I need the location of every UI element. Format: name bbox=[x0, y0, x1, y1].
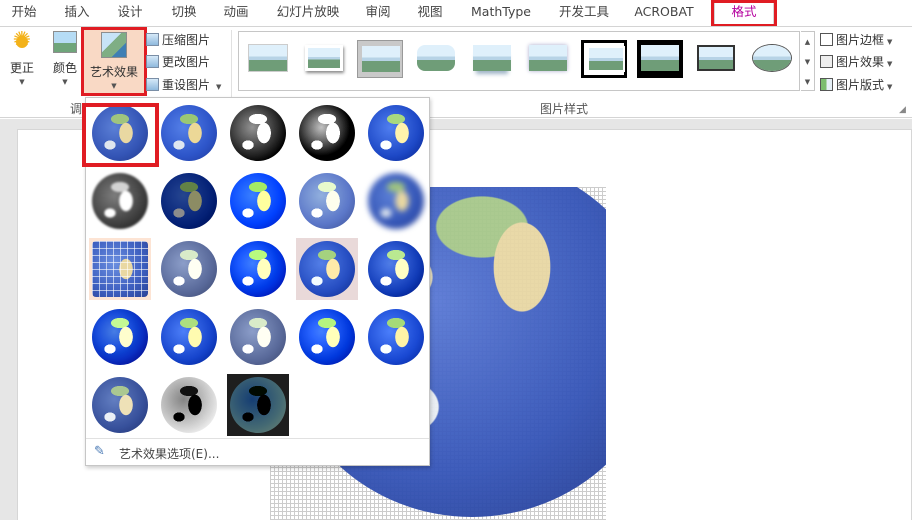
corrections-label: 更正 bbox=[9, 61, 34, 75]
tab-review[interactable]: 审阅 bbox=[356, 0, 400, 26]
gallery-scroll[interactable]: ▲ ▼ ▼ bbox=[801, 31, 815, 91]
change-picture-icon bbox=[146, 55, 159, 68]
color-label: 颜色 bbox=[52, 61, 77, 75]
tab-view[interactable]: 视图 bbox=[408, 0, 452, 26]
dialog-launcher-icon[interactable]: ◢ bbox=[899, 105, 906, 115]
tab-design[interactable]: 设计 bbox=[108, 0, 152, 26]
picture-effects-button[interactable]: 图片效果 ▼ bbox=[820, 51, 892, 73]
tab-animations[interactable]: 动画 bbox=[214, 0, 258, 26]
picture-style-5[interactable] bbox=[469, 40, 515, 78]
picture-style-8[interactable] bbox=[637, 40, 683, 78]
chevron-down-icon: ▼ bbox=[887, 38, 893, 46]
tab-developer[interactable]: 开发工具 bbox=[550, 0, 618, 26]
picture-style-10[interactable] bbox=[749, 40, 795, 78]
effect-line-drawing[interactable] bbox=[365, 102, 427, 164]
reset-picture-button[interactable]: 重设图片 ▼ bbox=[146, 75, 221, 95]
effect-pencil-sketch[interactable] bbox=[296, 102, 358, 164]
effect-plastic-wrap[interactable] bbox=[365, 306, 427, 368]
effect-texturizer[interactable] bbox=[158, 306, 220, 368]
effect-light-screen[interactable] bbox=[89, 238, 151, 300]
color-icon bbox=[53, 31, 77, 53]
sun-icon bbox=[11, 28, 33, 54]
artistic-effects-options-item[interactable]: ✎ 艺术效果选项(E)... bbox=[86, 438, 429, 466]
picture-styles-gallery bbox=[238, 31, 800, 91]
picture-style-4[interactable] bbox=[413, 40, 459, 78]
picture-layout-button[interactable]: 图片版式 ▼ bbox=[820, 74, 892, 96]
tab-mathtype[interactable]: MathType bbox=[464, 0, 538, 26]
tab-transitions[interactable]: 切换 bbox=[162, 0, 206, 26]
corrections-button[interactable]: 更正 ▼ bbox=[4, 28, 40, 87]
border-pen-icon bbox=[820, 33, 833, 46]
reset-picture-icon bbox=[146, 78, 159, 91]
chevron-down-icon: ▼ bbox=[887, 83, 893, 91]
effect-pencil-grayscale[interactable] bbox=[227, 102, 289, 164]
effect-photocopy[interactable] bbox=[158, 374, 220, 436]
effect-marker[interactable] bbox=[158, 102, 220, 164]
artistic-effects-label: 艺术效果 bbox=[89, 65, 138, 79]
chevron-down-icon: ▼ bbox=[887, 60, 893, 68]
brush-icon: ✎ bbox=[94, 444, 105, 459]
effect-paint-strokes[interactable] bbox=[158, 170, 220, 232]
scroll-up-icon[interactable]: ▲ bbox=[801, 32, 814, 52]
artistic-effects-options-label: 艺术效果选项(E)... bbox=[119, 447, 220, 461]
tab-insert[interactable]: 插入 bbox=[54, 0, 100, 26]
picture-style-7[interactable] bbox=[581, 40, 627, 78]
effect-paint-brush[interactable] bbox=[227, 170, 289, 232]
gallery-more-icon[interactable]: ▼ bbox=[801, 72, 814, 92]
ribbon-tab-bar: 开始 插入 设计 切换 动画 幻灯片放映 审阅 视图 MathType 开发工具… bbox=[0, 0, 912, 27]
effects-icon bbox=[820, 55, 833, 68]
effect-cutout[interactable] bbox=[89, 374, 151, 436]
reset-label: 重设图片 bbox=[162, 78, 211, 92]
effect-none[interactable] bbox=[89, 102, 151, 164]
chevron-down-icon: ▼ bbox=[111, 82, 117, 90]
picture-style-6[interactable] bbox=[525, 40, 571, 78]
effect-chalk-sketch[interactable] bbox=[89, 170, 151, 232]
color-button[interactable]: 颜色 ▼ bbox=[48, 31, 82, 87]
effect-glow-edges[interactable] bbox=[227, 374, 289, 436]
compress-icon bbox=[146, 33, 159, 46]
artistic-effects-icon bbox=[101, 32, 127, 58]
tab-acrobat[interactable]: ACROBAT bbox=[628, 0, 700, 26]
picture-style-2[interactable] bbox=[301, 40, 347, 78]
chevron-down-icon: ▼ bbox=[62, 78, 68, 86]
picture-layout-label: 图片版式 bbox=[836, 78, 885, 92]
change-label: 更改图片 bbox=[162, 55, 211, 69]
effect-mosaic-bubbles[interactable] bbox=[296, 238, 358, 300]
tab-slideshow[interactable]: 幻灯片放映 bbox=[268, 0, 348, 26]
picture-style-9[interactable] bbox=[693, 40, 739, 78]
artistic-effects-menu: ✎ 艺术效果选项(E)... bbox=[85, 97, 430, 466]
effect-film-grain[interactable] bbox=[227, 238, 289, 300]
effect-glass[interactable] bbox=[365, 238, 427, 300]
chevron-down-icon: ▼ bbox=[19, 78, 25, 86]
picture-border-button[interactable]: 图片边框 ▼ bbox=[820, 29, 892, 51]
effect-glow-diffused[interactable] bbox=[296, 170, 358, 232]
compress-label: 压缩图片 bbox=[162, 33, 211, 47]
picture-style-1[interactable] bbox=[245, 40, 291, 78]
tab-home[interactable]: 开始 bbox=[2, 0, 46, 26]
scroll-down-icon[interactable]: ▼ bbox=[801, 52, 814, 72]
picture-style-3[interactable] bbox=[357, 40, 403, 78]
compress-pictures-button[interactable]: 压缩图片 bbox=[146, 30, 210, 50]
effect-pastels-smooth[interactable] bbox=[296, 306, 358, 368]
adjust-group-label: 调 bbox=[70, 102, 83, 116]
layout-icon bbox=[820, 78, 833, 91]
chevron-down-icon: ▼ bbox=[216, 83, 222, 91]
tab-format[interactable]: 格式 bbox=[714, 0, 774, 26]
change-picture-button[interactable]: 更改图片 bbox=[146, 52, 210, 72]
picture-styles-group-label: 图片样式 bbox=[540, 102, 589, 116]
effect-blur[interactable] bbox=[365, 170, 427, 232]
artistic-effects-button[interactable]: 艺术效果 ▼ bbox=[84, 32, 144, 91]
effect-watercolor-sponge[interactable] bbox=[158, 238, 220, 300]
picture-effects-label: 图片效果 bbox=[836, 55, 885, 69]
effect-crisscross-etching[interactable] bbox=[227, 306, 289, 368]
effect-cement[interactable] bbox=[89, 306, 151, 368]
picture-border-label: 图片边框 bbox=[836, 33, 885, 47]
